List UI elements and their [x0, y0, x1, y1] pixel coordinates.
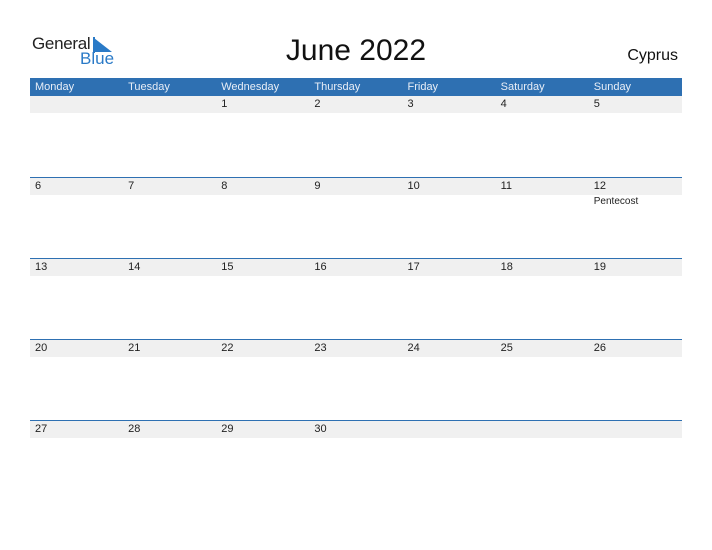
week-row: 13 14 15 16 17 18 19	[30, 258, 682, 276]
day-number: 21	[128, 342, 141, 354]
day-number: 4	[500, 98, 507, 110]
day-number: 7	[128, 180, 135, 192]
day-number: 25	[500, 342, 513, 354]
week-row: 1 2 3 4 5	[30, 96, 682, 113]
day-number: 29	[221, 423, 234, 435]
date-strip: 13 14 15 16 17 18 19	[30, 259, 682, 276]
day-number: 12	[593, 180, 606, 192]
weekday-monday: Monday	[35, 81, 75, 93]
day-number: 27	[35, 423, 48, 435]
holiday-label	[123, 195, 216, 209]
holiday-label	[30, 195, 123, 209]
day-number: 23	[314, 342, 327, 354]
day-number	[403, 421, 496, 438]
weekday-saturday: Saturday	[500, 81, 545, 93]
day-number: 15	[221, 261, 234, 273]
date-strip: 1 2 3 4 5	[30, 96, 682, 113]
day-number: 18	[500, 261, 513, 273]
day-number: 17	[407, 261, 420, 273]
day-number: 13	[35, 261, 48, 273]
day-number: 16	[314, 261, 327, 273]
week-row: 27 28 29 30	[30, 420, 682, 438]
day-number	[30, 96, 123, 113]
day-number: 26	[593, 342, 606, 354]
date-strip: 27 28 29 30	[30, 421, 682, 438]
date-strip: 6 7 8 9 10 11 12	[30, 178, 682, 195]
holiday-label	[309, 195, 402, 209]
weekday-friday: Friday	[407, 81, 439, 93]
day-number	[589, 421, 682, 438]
day-number: 3	[407, 98, 414, 110]
day-number: 20	[35, 342, 48, 354]
weekday-wednesday: Wednesday	[221, 81, 280, 93]
week-row: 20 21 22 23 24 25 26	[30, 339, 682, 357]
day-number: 28	[128, 423, 141, 435]
day-number: 5	[593, 98, 600, 110]
country-label: Cyprus	[627, 47, 678, 64]
calendar-title: June 2022	[285, 34, 427, 67]
day-number: 8	[221, 180, 228, 192]
holiday-label	[496, 195, 589, 209]
day-number: 22	[221, 342, 234, 354]
date-strip: 20 21 22 23 24 25 26	[30, 340, 682, 357]
week-row: 6 7 8 9 10 11 12 Pentecost	[30, 177, 682, 209]
day-number: 19	[593, 261, 606, 273]
day-number	[123, 96, 216, 113]
day-number: 2	[314, 98, 321, 110]
day-number: 24	[407, 342, 420, 354]
holiday-label	[216, 195, 309, 209]
weekday-thursday: Thursday	[314, 81, 361, 93]
day-number: 10	[407, 180, 420, 192]
weekday-tuesday: Tuesday	[128, 81, 170, 93]
day-number: 14	[128, 261, 141, 273]
day-number: 9	[314, 180, 321, 192]
day-number: 1	[221, 98, 228, 110]
holiday-label	[403, 195, 496, 209]
day-number: 6	[35, 180, 42, 192]
holiday-label: Pentecost	[593, 196, 639, 207]
day-number	[496, 421, 589, 438]
day-number: 30	[314, 423, 327, 435]
day-number: 11	[500, 180, 513, 192]
holiday-row: Pentecost	[30, 195, 682, 209]
weekday-sunday: Sunday	[593, 81, 632, 93]
weekday-header: Monday Tuesday Wednesday Thursday Friday…	[30, 78, 682, 96]
